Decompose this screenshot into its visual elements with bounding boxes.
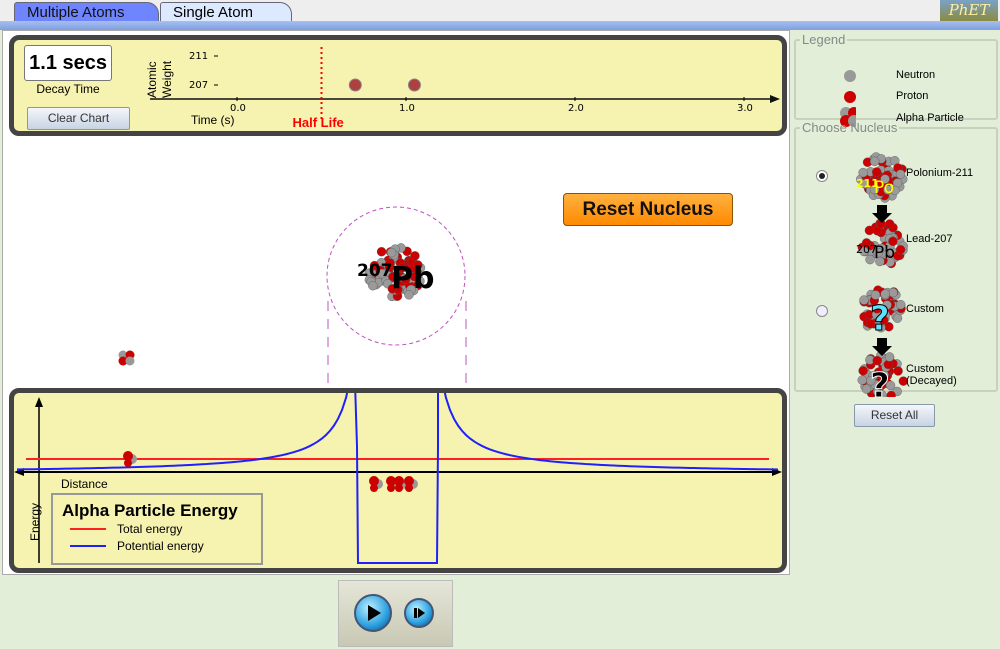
choose-nucleus-panel: Choose Nucleus 211 Po 207 Pb ? ? Poloniu…: [794, 120, 998, 397]
option-custom-decayed: Custom (Decayed): [906, 363, 957, 387]
svg-text:?: ?: [870, 299, 890, 339]
option-polonium-211[interactable]: Polonium-211: [906, 167, 973, 179]
legend-neutron: Neutron: [896, 69, 936, 81]
x-axis-label: Time (s): [191, 113, 235, 127]
play-button[interactable]: [354, 594, 392, 632]
option-lead-207: Lead-207: [906, 233, 953, 245]
emitted-alpha-particle: [118, 350, 135, 366]
legend-potential-energy: Potential energy: [117, 539, 204, 553]
nucleus-icons: 211 Po 207 Pb ? ?: [855, 152, 909, 397]
step-icon: [414, 608, 425, 618]
radio-polonium-211[interactable]: [816, 170, 828, 182]
decay-time-chart: 1.1 secs Decay Time Clear Chart Atomic W…: [9, 35, 787, 136]
phet-logo[interactable]: PhET: [940, 0, 998, 21]
option-custom[interactable]: Custom: [906, 303, 944, 315]
decay-point: [407, 78, 421, 92]
energy-legend-title: Alpha Particle Energy: [62, 501, 238, 520]
svg-text:Pb: Pb: [874, 243, 895, 263]
svg-text:Po: Po: [874, 178, 894, 198]
play-icon: [368, 605, 381, 621]
legend-panel: Legend Neutron Proton Alpha Particle: [794, 32, 998, 127]
tab-single-atom[interactable]: Single Atom: [160, 2, 292, 22]
nucleus-mass: 207: [357, 261, 393, 281]
legend-title: Legend: [802, 32, 846, 47]
decay-point: [348, 78, 362, 92]
playback-controls: [338, 580, 453, 647]
radio-custom[interactable]: [816, 305, 828, 317]
distance-label: Distance: [61, 477, 108, 491]
half-life-label: Half Life: [293, 115, 344, 130]
y-tick-207: 207: [189, 80, 208, 91]
tab-multiple-atoms[interactable]: Multiple Atoms: [14, 2, 159, 22]
y-axis-label-1: Atomic: [145, 61, 159, 98]
x-tick: 3.0: [737, 103, 753, 114]
energy-chart: Distance Energy Alpha Particle Energy To…: [9, 388, 787, 573]
reset-nucleus-button[interactable]: Reset Nucleus: [563, 193, 733, 226]
y-axis-label-2: Weight: [160, 60, 174, 98]
choose-nucleus-title: Choose Nucleus: [802, 120, 898, 135]
reset-all-button[interactable]: Reset All: [854, 404, 935, 427]
svg-text:?: ?: [870, 366, 890, 397]
energy-svg: Distance Energy Alpha Particle Energy To…: [14, 393, 782, 565]
x-tick: 1.0: [399, 103, 415, 114]
energy-label: Energy: [28, 503, 42, 541]
control-panel: Legend Neutron Proton Alpha Particle Cho…: [792, 30, 1000, 649]
tab-underline: [0, 21, 1000, 30]
nucleus-symbol: Pb: [391, 261, 434, 296]
x-tick: 2.0: [568, 103, 584, 114]
y-tick-211: 211: [189, 51, 208, 62]
legend-total-energy: Total energy: [117, 522, 182, 536]
step-button[interactable]: [404, 598, 434, 628]
chart-svg: Atomic Weight 211 207 0.0 1.0 2.0 3.0 Time …: [145, 47, 780, 130]
legend-proton: Proton: [896, 90, 929, 102]
simulation-area: 1.1 secs Decay Time Clear Chart Atomic W…: [2, 30, 790, 575]
